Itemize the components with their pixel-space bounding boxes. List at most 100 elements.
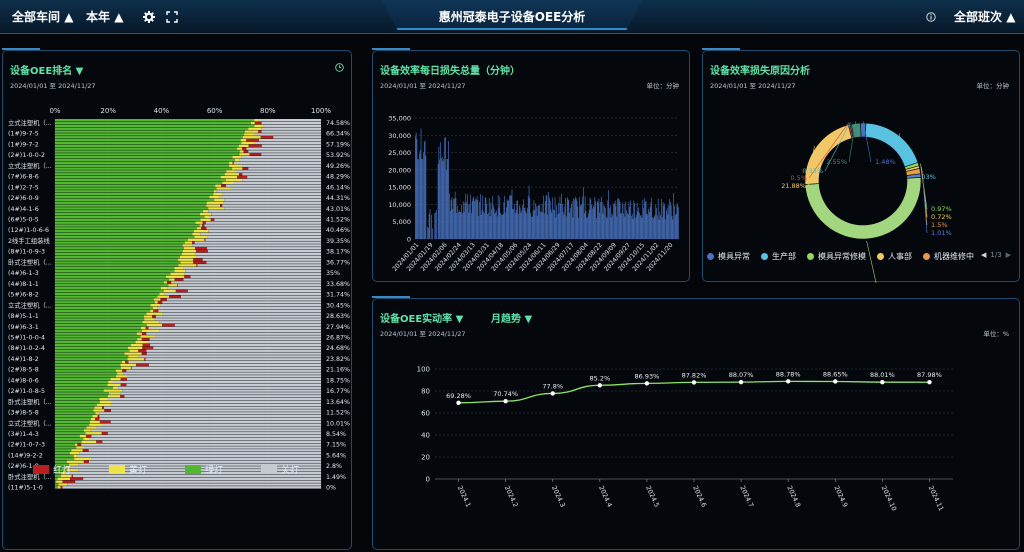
bar-green (55, 218, 201, 222)
legend-item[interactable]: 人事部 (877, 251, 912, 262)
bar-off (146, 349, 321, 352)
bar-green (55, 230, 195, 233)
fullscreen-button[interactable] (166, 0, 178, 34)
loss-bar (566, 197, 568, 239)
loss-bar (527, 195, 529, 239)
loss-bar (595, 201, 596, 239)
oee-value-label: 74.58% (326, 120, 350, 127)
oee-rate-chart: 100 80 60 40 20 0 69.28% 2024.1 70.74% 2024.2 77.8… (417, 366, 953, 512)
loss-bar (480, 214, 482, 239)
loss-bar (622, 213, 624, 239)
oee-value-label: 38.17% (326, 249, 350, 256)
workshop-select[interactable]: 全部车间 ▲ (12, 0, 73, 34)
bar-off (273, 136, 321, 139)
loss-bar (471, 201, 473, 239)
clock-icon[interactable] (335, 63, 344, 72)
loss-bar (462, 213, 463, 239)
prev-page-icon[interactable]: ◀ (981, 251, 986, 259)
loss-bar (553, 209, 554, 239)
gear-icon (143, 11, 155, 23)
bar-off (148, 363, 321, 367)
bar-off (81, 443, 322, 446)
bar-yellow (116, 375, 127, 378)
bar-off (195, 252, 321, 256)
bar-red (135, 363, 149, 367)
bar-green (55, 403, 98, 407)
x-tick-label: 100% (311, 107, 331, 115)
legend-item[interactable]: 模具异常 (707, 251, 750, 262)
device-label: (8#)1-0-9-3 (8, 249, 45, 256)
oee-ranking-chart: 0% 20% 40% 60% 80% 100% 立式注塑机（... (1#)9-7-5 (1#)… (8, 107, 350, 492)
oee-ranking-title[interactable]: 设备OEE排名 ▼ (10, 62, 83, 77)
settings-button[interactable] (143, 0, 155, 34)
bar-off (166, 298, 321, 301)
loss-bar (544, 201, 546, 239)
bar-red (201, 227, 207, 230)
loss-bar (664, 203, 666, 239)
bar-off (225, 184, 321, 187)
bar-green (55, 426, 87, 429)
bar-red (141, 352, 147, 355)
next-page-icon[interactable]: ▶ (1006, 251, 1011, 259)
bar-green (55, 358, 128, 361)
legend-item[interactable]: 黄灯 (109, 463, 147, 476)
loss-bar (677, 203, 679, 239)
bar-yellow (83, 429, 91, 432)
loss-bar (523, 207, 525, 239)
bar-yellow (107, 395, 121, 398)
loss-bar (470, 194, 471, 239)
fullscreen-icon (166, 11, 178, 23)
device-label: (2#)1-0-7-3 (8, 442, 45, 449)
loss-bar (592, 208, 593, 239)
bar-yellow (97, 403, 111, 407)
bar-off (159, 329, 321, 333)
period-select[interactable]: 本年 ▲ (86, 0, 123, 34)
info-button[interactable] (926, 0, 936, 34)
bar-off (99, 412, 321, 415)
bar-red (195, 249, 208, 253)
bar-yellow (174, 269, 186, 273)
loss-bar (589, 197, 591, 239)
bar-off (233, 161, 321, 165)
bar-red (142, 346, 154, 350)
loss-bar (570, 204, 572, 239)
y-tick-label: 20 (421, 454, 430, 462)
bar-yellow (159, 292, 165, 296)
oee-ranking-panel: 设备OEE排名 ▼ 2024/01/01 至 2024/11/27 0% 20% 4… (2, 48, 352, 550)
bar-off (162, 301, 321, 304)
legend-item[interactable]: 红灯 (33, 463, 71, 476)
legend-label: 生产部 (772, 252, 796, 261)
device-label: (3#)8-5-8 (8, 410, 39, 417)
chevron-up-icon: ▲ (114, 10, 124, 24)
legend-dot (807, 253, 814, 260)
legend-item[interactable]: 生产部 (761, 251, 796, 262)
loss-bar (673, 192, 674, 239)
bar-green (55, 241, 185, 244)
legend-label: 关灯 (281, 466, 300, 476)
legend-swatch (33, 465, 49, 474)
loss-bar (570, 208, 571, 239)
bar-green (55, 341, 136, 344)
legend-item[interactable]: 机器维修中 (923, 251, 974, 262)
loss-bar (529, 198, 531, 239)
bar-yellow (215, 184, 222, 187)
loss-bar (546, 195, 548, 239)
legend-item[interactable]: 关灯 (261, 463, 299, 476)
bar-off (241, 156, 321, 159)
loss-bar (611, 213, 613, 239)
legend-item[interactable]: 模具异常修模 (807, 251, 866, 262)
bar-yellow (107, 383, 121, 387)
bar-off (155, 335, 321, 338)
shift-select[interactable]: 全部班次 ▲ (954, 0, 1015, 34)
bar-red (232, 161, 234, 165)
bar-green (55, 173, 225, 176)
bar-off (118, 386, 321, 389)
legend-item[interactable]: 绿灯 (185, 463, 223, 476)
bar-yellow (194, 235, 208, 239)
loss-bar (617, 198, 618, 239)
bar-green (55, 423, 90, 426)
loss-bar (557, 202, 559, 239)
loss-bar (417, 159, 419, 239)
loss-bar (449, 193, 450, 239)
legend-pager: ◀ 1/3 ▶ (981, 251, 1011, 259)
